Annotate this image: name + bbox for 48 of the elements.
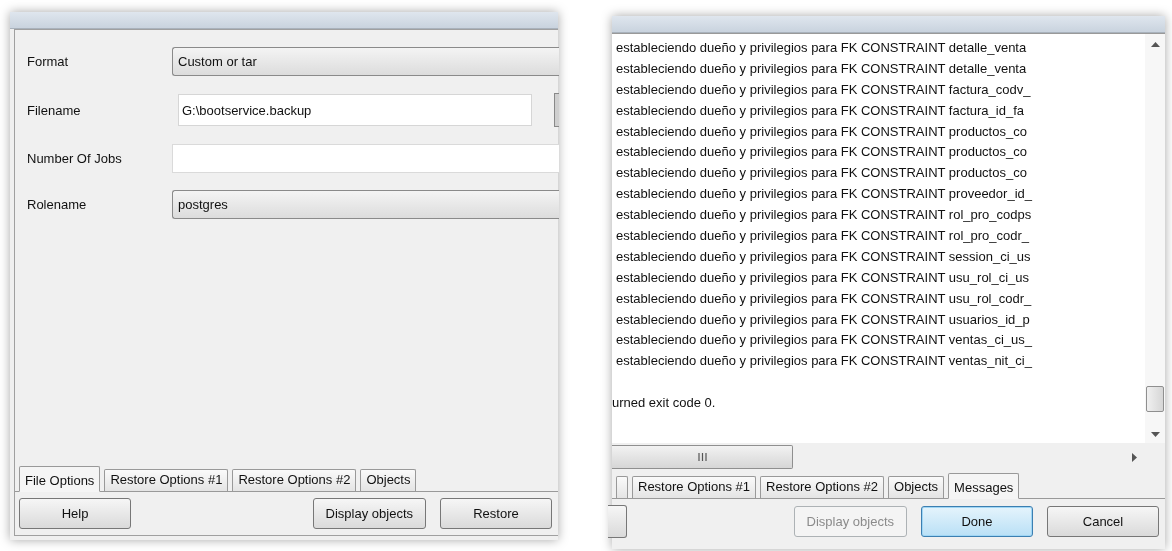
- tab[interactable]: Restore Options #1: [632, 476, 756, 498]
- log-line: urned exit code 0.: [612, 394, 717, 413]
- log-line: estableciendo dueño y privilegios para FK CONSTRAINT productos_co: [616, 143, 1028, 162]
- dialog-button[interactable]: Done: [921, 506, 1033, 537]
- log-line: estableciendo dueño y privilegios para FK CONSTRAINT factura_id_fa: [616, 101, 1026, 120]
- log-line: estableciendo dueño y privilegios para FK CONSTRAINT proveedor_id_: [616, 185, 1033, 204]
- dialog-button[interactable]: Cancel: [1047, 506, 1159, 537]
- tab[interactable]: File Options: [19, 466, 101, 492]
- vertical-scrollbar[interactable]: [1145, 34, 1165, 443]
- log-line: estableciendo dueño y privilegios para FK CONSTRAINT factura_codv_: [616, 80, 1032, 99]
- input-field[interactable]: G:\bootservice.backup: [178, 94, 532, 126]
- dialog-button[interactable]: Help: [19, 498, 131, 529]
- log-line: estableciendo dueño y privilegios para FK CONSTRAINT ventas_nit_ci_: [616, 352, 1033, 371]
- log-line: estableciendo dueño y privilegios para FK CONSTRAINT usuarios_id_p: [616, 310, 1031, 329]
- dropdown[interactable]: Custom or tar: [172, 47, 559, 76]
- scroll-right-icon[interactable]: [1132, 452, 1137, 462]
- dialog-button[interactable]: [608, 505, 627, 538]
- field-label: Format: [27, 54, 70, 69]
- field-label: Number Of Jobs: [27, 151, 123, 166]
- log-line: estableciendo dueño y privilegios para FK CONSTRAINT usu_rol_codr_: [616, 289, 1033, 308]
- input-field[interactable]: [172, 144, 559, 173]
- scroll-thumb[interactable]: [1146, 386, 1164, 412]
- tab[interactable]: Messages: [948, 473, 1020, 499]
- log-line: estableciendo dueño y privilegios para FK CONSTRAINT productos_co: [616, 164, 1028, 183]
- log-line: estableciendo dueño y privilegios para FK CONSTRAINT rol_pro_codps: [616, 206, 1033, 225]
- log-line: estableciendo dueño y privilegios para FK CONSTRAINT productos_co: [616, 122, 1028, 141]
- tab[interactable]: Restore Options #1: [104, 469, 229, 491]
- log-line: estableciendo dueño y privilegios para FK CONSTRAINT detalle_venta: [616, 39, 1028, 57]
- grip-icon: [697, 453, 707, 461]
- log-line: estableciendo dueño y privilegios para FK CONSTRAINT ventas_ci_us_: [616, 331, 1033, 350]
- scroll-thumb[interactable]: [612, 445, 793, 469]
- tab[interactable]: [616, 476, 628, 498]
- scroll-down-icon[interactable]: [1150, 432, 1160, 437]
- field-label: Rolename: [27, 197, 88, 212]
- browse-button[interactable]: [554, 93, 559, 127]
- tab[interactable]: Objects: [888, 476, 945, 498]
- log-line: estableciendo dueño y privilegios para FK CONSTRAINT session_ci_us: [616, 247, 1032, 266]
- scroll-up-icon[interactable]: [1150, 42, 1160, 47]
- dropdown[interactable]: postgres: [172, 190, 559, 219]
- tab[interactable]: Restore Options #2: [232, 469, 357, 491]
- tab[interactable]: Objects: [360, 469, 417, 491]
- log-line: estableciendo dueño y privilegios para FK CONSTRAINT rol_pro_codr_: [616, 227, 1031, 245]
- dialog-button[interactable]: Restore: [440, 498, 552, 529]
- dialog-button[interactable]: Display objects: [312, 498, 426, 529]
- log-line: estableciendo dueño y privilegios para FK CONSTRAINT detalle_venta: [616, 59, 1028, 78]
- field-label: Filename: [27, 102, 82, 118]
- tab[interactable]: Restore Options #2: [760, 476, 885, 498]
- log-line: estableciendo dueño y privilegios para FK CONSTRAINT usu_rol_ci_us: [616, 268, 1031, 287]
